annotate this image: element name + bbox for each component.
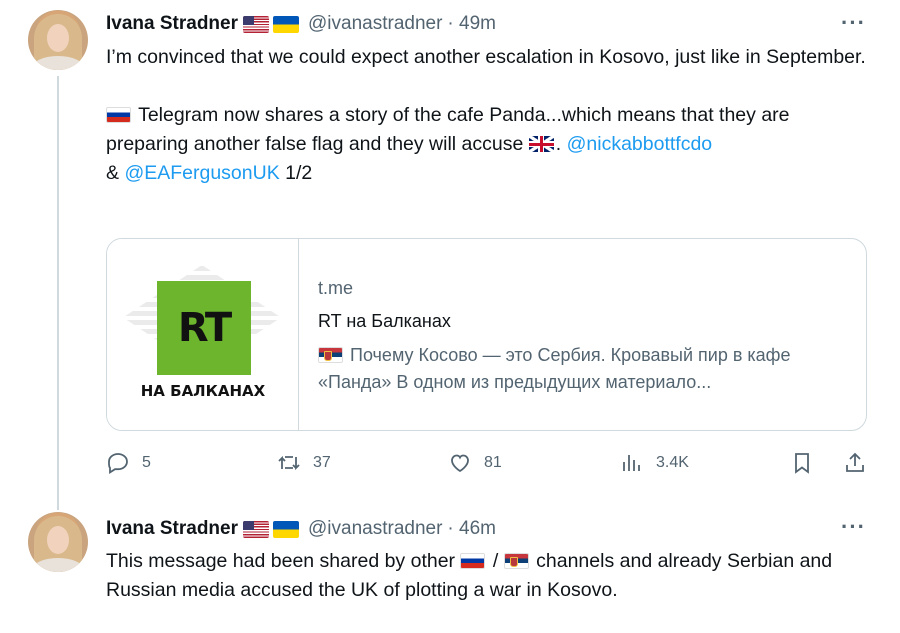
ukraine-flag-icon — [273, 15, 299, 33]
tweet-text: This message had been shared by other / … — [106, 547, 876, 605]
bookmark-icon — [795, 453, 809, 474]
reply-icon — [108, 453, 128, 475]
serbia-flag-icon — [503, 553, 529, 569]
card-domain: t.me — [318, 278, 354, 298]
reply-button[interactable]: 5 — [106, 451, 151, 475]
card-title: RT на Балканах — [318, 311, 451, 331]
like-count: 81 — [484, 454, 502, 471]
retweet-icon — [278, 455, 300, 471]
us-flag-icon — [243, 520, 269, 538]
rt-logo: RT — [157, 281, 251, 375]
tweet-text-segment: / — [487, 550, 504, 572]
ukraine-flag-icon — [273, 520, 299, 538]
thread-line — [57, 76, 59, 510]
tweet-time[interactable]: · 46m — [447, 518, 496, 540]
uk-flag-icon — [528, 136, 554, 152]
reply-count: 5 — [142, 454, 151, 471]
link-card[interactable]: RT НА БАЛКАНАХ t.me RT на Балканах Почем… — [106, 238, 867, 431]
avatar-face — [47, 24, 69, 52]
author-name[interactable]: Ivana Stradner — [106, 518, 238, 540]
like-button[interactable]: 81 — [448, 451, 502, 475]
tweet-text-segment: This message had been shared by other — [106, 550, 461, 572]
avatar[interactable] — [28, 512, 88, 572]
tweet-time[interactable]: · 49m — [447, 13, 496, 35]
tweet-paragraph: This message had been shared by other / … — [106, 547, 876, 605]
tweet-text: I’m convinced that we could expect anoth… — [106, 43, 876, 188]
more-horizontal-icon[interactable]: ··· — [841, 10, 866, 36]
mention-link[interactable]: @EAFergusonUK — [124, 162, 279, 184]
russia-flag-icon — [106, 107, 131, 123]
card-description: Почему Косово — это Сербия. Кровавый пир… — [318, 342, 853, 396]
tweet-actions: 5 37 81 3.4K — [106, 451, 871, 481]
tweet-text-segment: & — [106, 162, 125, 184]
more-horizontal-icon[interactable]: ··· — [841, 514, 866, 540]
bookmark-button[interactable] — [790, 451, 814, 475]
tweet-paragraph: Telegram now shares a story of the cafe … — [106, 101, 876, 188]
author-name[interactable]: Ivana Stradner — [106, 13, 238, 35]
card-thumbnail: RT НА БАЛКАНАХ — [107, 239, 299, 430]
views-button[interactable]: 3.4K — [620, 451, 689, 475]
card-description-text: Почему Косово — это Сербия. Кровавый пир… — [318, 345, 791, 392]
author-handle[interactable]: @ivanastradner — [308, 13, 442, 35]
tweet-paragraph: I’m convinced that we could expect anoth… — [106, 46, 866, 68]
tweet-text-segment: . — [555, 133, 567, 155]
tweet-header: Ivana Stradner @ivanastradner · 46m — [106, 516, 496, 542]
views-icon — [623, 455, 640, 471]
share-button[interactable] — [843, 451, 867, 475]
retweet-count: 37 — [313, 454, 331, 471]
serbia-flag-icon — [318, 347, 343, 363]
author-handle[interactable]: @ivanastradner — [308, 518, 442, 540]
us-flag-icon — [243, 15, 269, 33]
avatar[interactable] — [28, 10, 88, 70]
russia-flag-icon — [460, 553, 486, 569]
tweet-header: Ivana Stradner @ivanastradner · 49m — [106, 11, 496, 37]
rt-logo-caption: НА БАЛКАНАХ — [140, 382, 266, 400]
avatar-face — [47, 526, 69, 554]
rt-logo-text: RT — [177, 305, 232, 351]
views-count: 3.4K — [656, 454, 689, 471]
retweet-button[interactable]: 37 — [277, 451, 331, 475]
share-icon — [846, 452, 864, 472]
mention-link[interactable]: @nickabbottfcdo — [567, 133, 713, 155]
heart-icon — [451, 454, 469, 473]
tweet-text-segment: 1/2 — [279, 162, 313, 184]
